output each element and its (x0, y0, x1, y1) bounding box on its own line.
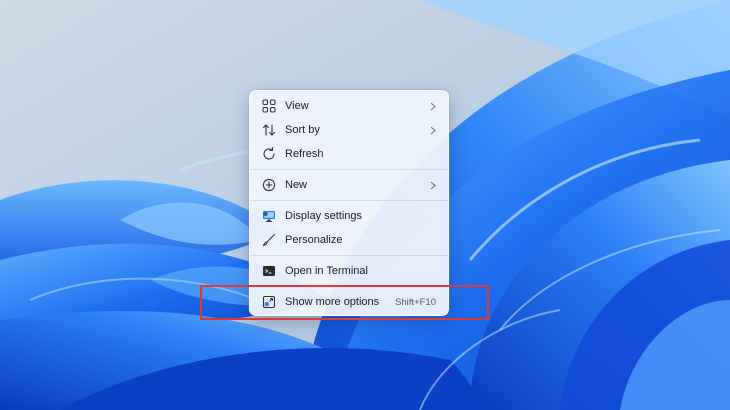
menu-item-personalize[interactable]: Personalize (254, 228, 444, 252)
menu-item-label: Refresh (285, 148, 324, 160)
menu-item-view[interactable]: View (254, 94, 444, 118)
menu-item-label: Sort by (285, 124, 320, 136)
menu-item-label: Personalize (285, 234, 343, 246)
sort-arrows-icon (261, 122, 277, 138)
terminal-icon (261, 263, 277, 279)
annotation-highlight-box (200, 285, 489, 320)
display-icon (261, 208, 277, 224)
menu-item-open-in-terminal[interactable]: Open in Terminal (254, 259, 444, 283)
grid-icon (261, 98, 277, 114)
chevron-right-icon (428, 101, 438, 111)
menu-separator (250, 200, 448, 201)
chevron-right-icon (428, 125, 438, 135)
plus-circle-icon (261, 177, 277, 193)
menu-item-label: Open in Terminal (285, 265, 368, 277)
refresh-icon (261, 146, 277, 162)
desktop-context-menu: View Sort by Refresh New Display setting… (249, 90, 449, 316)
menu-item-display-settings[interactable]: Display settings (254, 204, 444, 228)
menu-item-new[interactable]: New (254, 173, 444, 197)
menu-separator (250, 255, 448, 256)
menu-item-label: View (285, 100, 309, 112)
brush-icon (261, 232, 277, 248)
menu-item-sort-by[interactable]: Sort by (254, 118, 444, 142)
desktop[interactable]: View Sort by Refresh New Display setting… (0, 0, 730, 410)
menu-separator (250, 169, 448, 170)
menu-item-label: New (285, 179, 308, 191)
menu-item-label: Display settings (285, 210, 363, 222)
chevron-right-icon (428, 180, 438, 190)
menu-item-refresh[interactable]: Refresh (254, 142, 444, 166)
